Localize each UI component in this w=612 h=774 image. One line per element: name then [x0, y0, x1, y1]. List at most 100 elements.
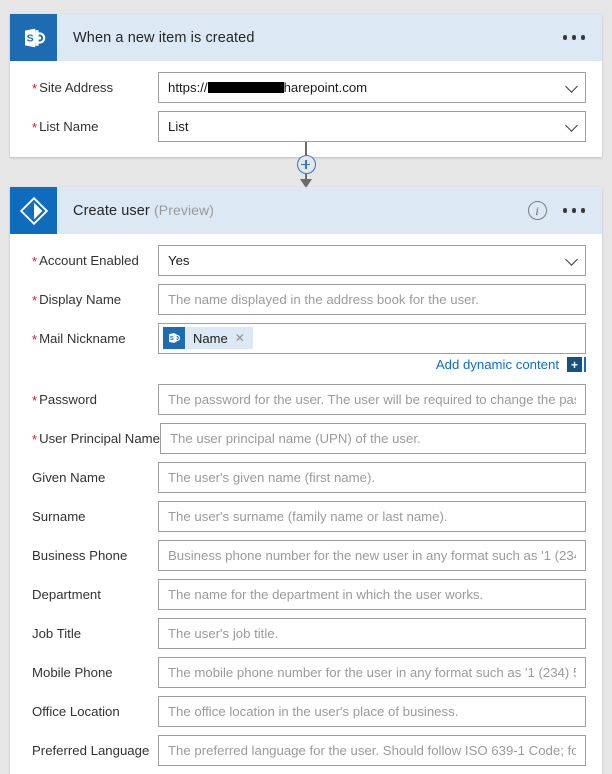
trigger-card[interactable]: S When a new item is created * Site Addr… — [10, 14, 602, 157]
label-text: Password — [39, 391, 97, 407]
label-job-title: Job Title — [10, 626, 158, 641]
chevron-down-icon[interactable] — [565, 119, 578, 132]
list-name-dropdown[interactable]: List — [158, 110, 586, 142]
field-row-mobile-phone: Mobile Phone The mobile phone number for… — [10, 655, 602, 689]
preferred-language-input[interactable]: The preferred language for the user. Sho… — [158, 734, 586, 766]
field-row-list-name: * List Name List — [10, 109, 602, 143]
action-header-actions: i — [527, 201, 603, 220]
sharepoint-icon: S — [163, 327, 185, 349]
action-more-menu-icon[interactable] — [561, 202, 588, 219]
azure-ad-icon — [10, 187, 57, 234]
required-marker: * — [32, 331, 38, 347]
field-row-preferred-language: Preferred Language The preferred languag… — [10, 733, 602, 767]
plus-icon[interactable]: + — [567, 357, 582, 372]
site-address-dropdown[interactable]: https://harepoint.com — [158, 71, 586, 103]
account-enabled-value: Yes — [168, 252, 190, 268]
chevron-down-icon[interactable] — [565, 80, 578, 93]
label-text: Business Phone — [32, 547, 128, 563]
label-text: Job Title — [32, 625, 82, 641]
field-row-department: Department The name for the department i… — [10, 577, 602, 611]
job-title-input[interactable]: The user's job title. — [158, 617, 586, 649]
label-department: Department — [10, 587, 158, 602]
given-name-input[interactable]: The user's given name (first name). — [158, 461, 586, 493]
required-marker: * — [32, 431, 38, 447]
redacted-text-bar — [207, 81, 284, 93]
password-input[interactable]: The password for the user. The user will… — [158, 383, 586, 415]
label-mobile-phone: Mobile Phone — [10, 665, 158, 680]
trigger-more-menu-icon[interactable] — [561, 29, 588, 46]
add-dynamic-content-link[interactable]: Add dynamic content — [436, 357, 559, 372]
trigger-card-title: When a new item is created — [57, 30, 561, 46]
field-row-business-phone: Business Phone Business phone number for… — [10, 538, 602, 572]
trigger-card-header[interactable]: S When a new item is created — [10, 14, 602, 61]
business-phone-input[interactable]: Business phone number for the new user i… — [158, 539, 586, 571]
token-label: Name — [193, 330, 228, 346]
surname-placeholder: The user's surname (family name or last … — [168, 508, 448, 524]
required-marker: * — [32, 253, 38, 269]
action-preview-badge: (Preview) — [154, 202, 215, 218]
mobile-phone-placeholder: The mobile phone number for the user in … — [168, 664, 576, 680]
user-principal-name-placeholder: The user principal name (UPN) of the use… — [170, 430, 421, 446]
action-card-title: Create user (Preview) — [57, 202, 528, 219]
mail-nickname-input[interactable]: S Name ✕ — [158, 322, 586, 354]
label-account-enabled: * Account Enabled — [10, 253, 158, 268]
label-text: Preferred Language — [32, 742, 150, 758]
label-text: Account Enabled — [39, 252, 139, 268]
field-row-given-name: Given Name The user's given name (first … — [10, 460, 602, 494]
field-row-display-name: * Display Name The name displayed in the… — [10, 282, 602, 316]
field-row-job-title: Job Title The user's job title. — [10, 616, 602, 650]
surname-input[interactable]: The user's surname (family name or last … — [158, 500, 586, 532]
field-row-mail-nickname: * Mail Nickname S Name ✕ — [10, 321, 602, 355]
svg-text:S: S — [26, 32, 33, 44]
field-row-office-location: Office Location The office location in t… — [10, 694, 602, 728]
field-row-password: * Password The password for the user. Th… — [10, 382, 602, 416]
chevron-down-icon[interactable] — [565, 253, 578, 266]
trigger-header-actions — [561, 29, 603, 46]
svg-text:S: S — [170, 336, 174, 342]
label-list-name: * List Name — [10, 119, 158, 134]
action-card[interactable]: Create user (Preview) i * Account Enable… — [10, 187, 602, 774]
label-text: Mail Nickname — [39, 330, 126, 346]
label-text: Site Address — [39, 79, 114, 95]
list-name-value: List — [168, 118, 189, 134]
action-title-text: Create user — [73, 203, 150, 219]
trigger-title-text: When a new item is created — [73, 29, 255, 46]
label-text: User Principal Name — [39, 430, 160, 446]
info-icon[interactable]: i — [527, 201, 547, 220]
text-caret — [584, 357, 586, 372]
flow-connector — [0, 142, 612, 188]
sharepoint-icon: S — [10, 14, 57, 61]
label-site-address: * Site Address — [10, 80, 158, 95]
label-office-location: Office Location — [10, 704, 158, 719]
close-icon[interactable]: ✕ — [235, 332, 253, 344]
account-enabled-dropdown[interactable]: Yes — [158, 244, 586, 276]
department-input[interactable]: The name for the department in which the… — [158, 578, 586, 610]
field-row-surname: Surname The user's surname (family name … — [10, 499, 602, 533]
user-principal-name-input[interactable]: The user principal name (UPN) of the use… — [160, 422, 586, 454]
preferred-language-placeholder: The preferred language for the user. Sho… — [168, 742, 576, 758]
add-step-button[interactable] — [296, 155, 316, 174]
display-name-placeholder: The name displayed in the address book f… — [168, 291, 479, 307]
dynamic-content-token[interactable]: S Name ✕ — [163, 327, 253, 349]
field-row-account-enabled: * Account Enabled Yes — [10, 243, 602, 277]
office-location-placeholder: The office location in the user's place … — [168, 703, 459, 719]
display-name-input[interactable]: The name displayed in the address book f… — [158, 283, 586, 315]
job-title-placeholder: The user's job title. — [168, 625, 279, 641]
label-password: * Password — [10, 392, 158, 407]
label-business-phone: Business Phone — [10, 548, 158, 563]
label-text: Office Location — [32, 703, 120, 719]
label-given-name: Given Name — [10, 470, 158, 485]
label-display-name: * Display Name — [10, 292, 158, 307]
label-text: List Name — [39, 118, 99, 134]
label-text: Mobile Phone — [32, 664, 113, 680]
label-preferred-language: Preferred Language — [10, 743, 158, 758]
business-phone-placeholder: Business phone number for the new user i… — [168, 547, 576, 563]
office-location-input[interactable]: The office location in the user's place … — [158, 695, 586, 727]
mobile-phone-input[interactable]: The mobile phone number for the user in … — [158, 656, 586, 688]
action-card-header[interactable]: Create user (Preview) i — [10, 187, 602, 234]
field-row-user-principal-name: * User Principal Name The user principal… — [10, 421, 602, 455]
required-marker: * — [32, 292, 38, 308]
required-marker: * — [32, 80, 38, 96]
required-marker: * — [32, 119, 38, 135]
connector-line-top — [305, 142, 307, 155]
